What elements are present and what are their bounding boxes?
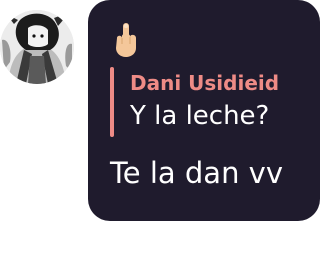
reply-author: Dani Usidieid: [130, 71, 280, 95]
message-text: Te la dan vv: [110, 156, 283, 190]
reply-text: Y la leche?: [130, 101, 270, 131]
reply-accent-bar: [110, 67, 114, 137]
middle-finger-emoji-icon: [113, 22, 139, 58]
message-bubble[interactable]: Dani Usidieid Y la leche? Te la dan vv: [88, 0, 320, 221]
chat-screen: Dani Usidieid Y la leche? Te la dan vv: [0, 0, 320, 269]
avatar[interactable]: [0, 10, 74, 84]
avatar-illustration: [0, 10, 74, 84]
reply-quote[interactable]: Dani Usidieid Y la leche?: [110, 67, 310, 139]
